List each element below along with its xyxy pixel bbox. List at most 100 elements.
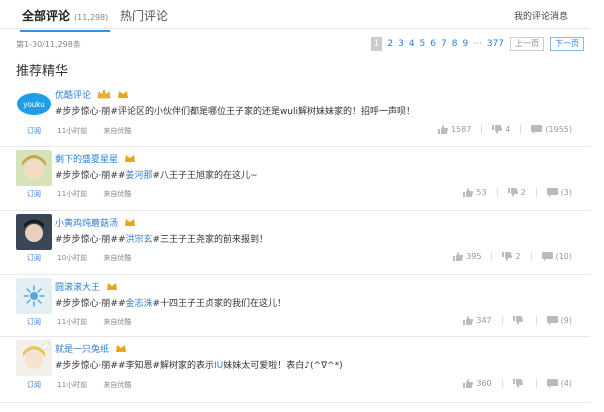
comment-text-part: #三王子王尧家的前来报到！ (152, 235, 269, 245)
subscribe-link[interactable]: 订阅 (27, 381, 41, 389)
avatar-image (16, 150, 52, 186)
avatar[interactable] (16, 150, 52, 186)
subscribe-link[interactable]: 订阅 (27, 254, 41, 262)
reply-button[interactable]: (3) (546, 188, 572, 197)
comment-item: 剩下的盛夏星星 #步步惊心·丽##姜河那#八王子王旭家的在这儿~ 订阅 11小时… (0, 146, 590, 211)
avatar[interactable] (16, 278, 52, 314)
page-last[interactable]: 377 (487, 37, 504, 51)
level-badge-icon (117, 89, 129, 102)
reply-count: (3) (560, 188, 572, 197)
like-button[interactable]: 360 (463, 379, 492, 388)
like-button[interactable]: 1587 (437, 125, 471, 134)
tab-all-comments[interactable]: 全部评论 (11,298) (19, 7, 111, 32)
reply-count: (10) (555, 252, 572, 261)
like-button[interactable]: 395 (453, 252, 481, 261)
subscribe-link[interactable]: 订阅 (27, 318, 41, 326)
comment-text: #步步惊心·丽##姜河那#八王子王旭家的在这儿~ (55, 168, 258, 181)
username-text: 剩下的盛夏星星 (55, 155, 119, 165)
page-6[interactable]: 6 (430, 37, 436, 51)
username[interactable]: 小黄鸡炖蘑菇汤 (55, 216, 136, 230)
dislike-button[interactable]: 2 (502, 252, 521, 261)
dislike-button[interactable]: 2 (507, 188, 526, 197)
hashtag-link[interactable]: 洪宗玄 (125, 235, 152, 245)
comment-text: #步步惊心·丽##洪宗玄#三王子王尧家的前来报到！ (55, 232, 268, 245)
page-5[interactable]: 5 (420, 37, 426, 51)
comment-bubble-icon (541, 252, 553, 261)
comment-actions: 347 (9) (453, 316, 572, 325)
page-8[interactable]: 8 (452, 37, 458, 51)
tab-hot-comments[interactable]: 热门评论 (120, 7, 168, 24)
reply-count: (9) (560, 316, 572, 325)
my-comment-messages-link[interactable]: 我的评论消息 (514, 9, 568, 22)
tab-hot-comments-label: 热门评论 (120, 9, 169, 23)
username[interactable]: 优酷评论 (55, 88, 129, 102)
comment-meta: 订阅 11小时前 来自优酷 (27, 126, 145, 136)
page-2[interactable]: 2 (387, 37, 393, 51)
thumbs-down-icon (512, 379, 523, 388)
reply-button[interactable]: (4) (546, 379, 572, 388)
thumbs-up-icon (453, 252, 464, 261)
username[interactable]: 圆滚滚大王 (55, 280, 118, 294)
avatar[interactable] (16, 214, 52, 250)
comment-source: 来自优酷 (103, 381, 132, 389)
avatar-image (16, 214, 52, 250)
like-count: 53 (476, 188, 487, 197)
reply-button[interactable]: (1955) (531, 125, 572, 134)
page-4[interactable]: 4 (409, 37, 415, 51)
comment-text-part: #步步惊心·丽#评论区的小伙伴们都是哪位王子家的还是wuli解树妹妹家的！招呼一… (55, 107, 416, 117)
comment-source: 来自优酷 (103, 254, 132, 262)
hashtag-link[interactable]: IU (214, 361, 223, 371)
subscribe-link[interactable]: 订阅 (27, 127, 41, 135)
dislike-count: 2 (520, 188, 526, 197)
avatar[interactable] (16, 340, 52, 376)
comment-text-part: #步步惊心·丽## (55, 235, 126, 245)
comment-bubble-icon (546, 316, 558, 325)
dislike-button[interactable] (512, 316, 526, 325)
page-9[interactable]: 9 (462, 37, 468, 51)
subscribe-link[interactable]: 订阅 (27, 190, 41, 198)
hashtag-link[interactable]: 金志洙 (125, 299, 152, 309)
level-badge-icon (124, 217, 136, 230)
page-1[interactable]: 1 (370, 37, 383, 51)
tab-all-comments-count: (11,298) (74, 13, 109, 22)
page-3[interactable]: 3 (398, 37, 404, 51)
reply-button[interactable]: (10) (541, 252, 572, 261)
avatar-image (16, 340, 52, 376)
comment-tabs: 全部评论 (11,298) 热门评论 我的评论消息 (0, 0, 590, 32)
comment-source: 来自优酷 (103, 127, 132, 135)
username[interactable]: 剩下的盛夏星星 (55, 152, 136, 166)
comment-text-part: #步步惊心·丽##李知恩#解树家的表示 (55, 361, 215, 371)
thumbs-up-icon (437, 125, 448, 134)
reply-count: (1955) (545, 125, 572, 134)
page-7[interactable]: 7 (441, 37, 447, 51)
comment-panel: 全部评论 (11,298) 热门评论 我的评论消息 第1-30/11,298条 1… (0, 0, 604, 412)
like-button[interactable]: 53 (463, 188, 487, 197)
prev-page-button[interactable]: 上一页 (510, 37, 544, 51)
thumbs-down-icon (492, 125, 503, 134)
comment-text-part: #步步惊心·丽## (55, 299, 126, 309)
comment-time: 11小时前 (57, 127, 88, 135)
hashtag-link[interactable]: 姜河那 (125, 171, 152, 181)
thumbs-down-icon (512, 316, 523, 325)
reply-button[interactable]: (9) (546, 316, 572, 325)
username[interactable]: 就是一只兔纸 (55, 342, 127, 356)
vip-crown-icon (97, 89, 111, 102)
dislike-button[interactable] (512, 379, 526, 388)
comment-range: 第1-30/11,298条 (16, 40, 81, 49)
comment-meta: 订阅 11小时前 来自优酷 (27, 380, 145, 390)
username-text: 优酷评论 (55, 91, 92, 101)
level-badge-icon (106, 281, 118, 294)
thumbs-up-icon (463, 188, 474, 197)
dislike-count: 4 (505, 125, 511, 134)
level-badge-icon (124, 153, 136, 166)
comment-time: 10小时前 (57, 254, 88, 262)
like-button[interactable]: 347 (463, 316, 492, 325)
dislike-button[interactable]: 4 (492, 125, 510, 134)
next-page-button[interactable]: 下一页 (550, 37, 584, 51)
comment-actions: 1587 4 (1955) (428, 125, 572, 134)
username-text: 圆滚滚大王 (55, 283, 101, 293)
pagination: 1 2 3 4 5 6 7 8 9 ··· 377 上一页 下一页 (370, 37, 584, 51)
like-count: 347 (476, 316, 492, 325)
avatar[interactable]: youku (16, 86, 52, 122)
comment-time: 11小时前 (57, 318, 88, 326)
